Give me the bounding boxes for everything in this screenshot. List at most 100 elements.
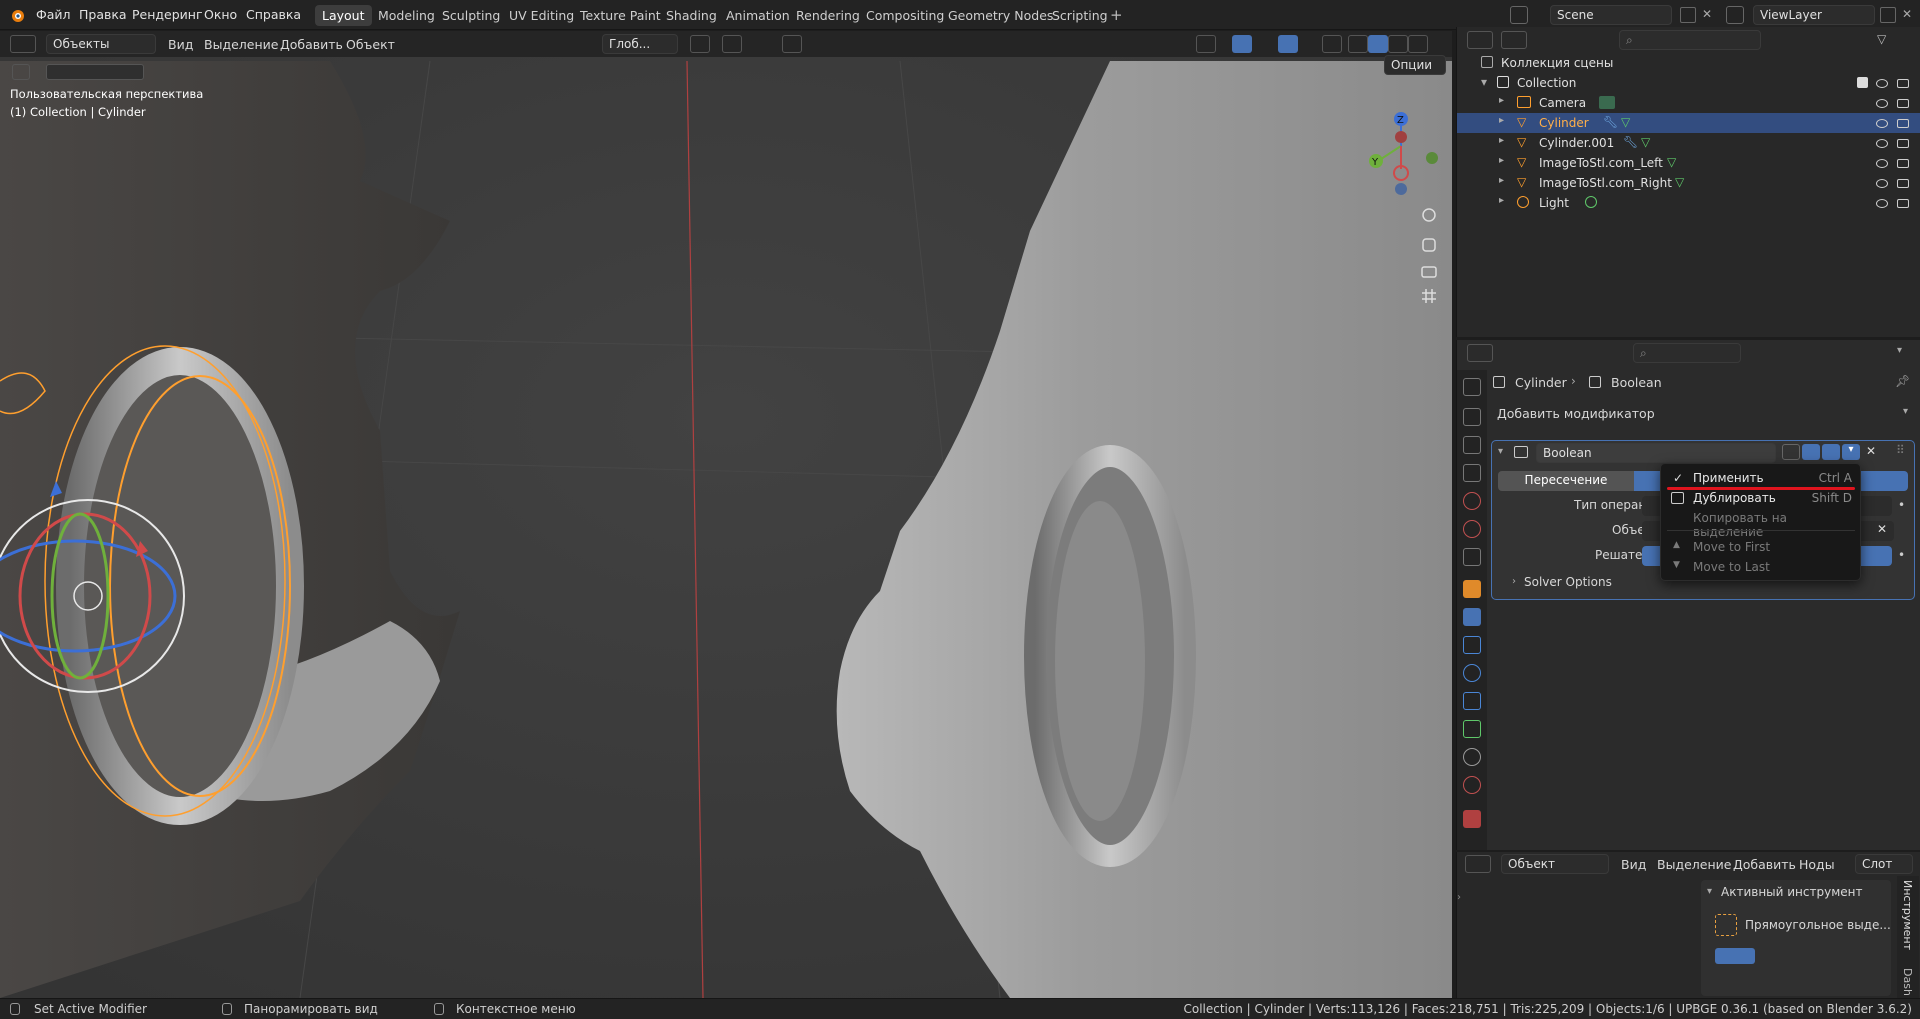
constraints-tab-icon[interactable] [1463, 692, 1481, 710]
tab-texture-paint[interactable]: Texture Paint [573, 5, 668, 26]
menu-add[interactable]: Добавить [280, 37, 343, 52]
modifier-wrench-icon[interactable]: 🔧︎ [1623, 135, 1638, 149]
render-camera-icon[interactable] [1897, 179, 1909, 188]
visibility-icon[interactable] [1196, 35, 1216, 53]
object-tab-icon[interactable] [1463, 580, 1481, 598]
options-button[interactable]: Опции [1384, 55, 1446, 75]
menu-select[interactable]: Выделение [1657, 857, 1731, 872]
expand-icon[interactable]: ▸ [1499, 95, 1504, 106]
clear-object-icon[interactable]: ✕ [1877, 522, 1887, 536]
modifier-dropdown-icon[interactable]: ▾ [1842, 444, 1860, 460]
outliner-item[interactable]: ▸ ▽ ImageToStl.com_Right ▽ [1457, 173, 1920, 193]
outliner-item[interactable]: ▸ Light [1457, 193, 1920, 213]
mode-select[interactable]: Объекты [46, 34, 156, 54]
editor-type-icon[interactable] [10, 35, 36, 53]
texture-tab-icon[interactable] [1463, 810, 1481, 828]
tab-sculpting[interactable]: Sculpting [435, 5, 507, 26]
snap-icon[interactable] [722, 35, 742, 53]
modifier-tab-icon[interactable] [1463, 608, 1481, 626]
material-shading-icon[interactable] [1388, 35, 1408, 53]
xray-icon[interactable] [1322, 35, 1342, 53]
collapse-icon[interactable]: ▾ [1498, 446, 1503, 457]
mesh-data-icon[interactable]: ▽ [1641, 135, 1650, 149]
tab-layout[interactable]: Layout [315, 5, 372, 26]
transform-orientation-select[interactable]: Глоб... [602, 34, 678, 54]
eye-icon[interactable] [1876, 199, 1888, 208]
sidebar-toggle-icon[interactable]: › [1457, 892, 1461, 903]
viewport-scene[interactable] [0, 31, 1452, 998]
outliner-collection[interactable]: ▾ Collection [1457, 73, 1920, 93]
collection-tab-icon[interactable] [1463, 548, 1481, 566]
drag-handle-icon[interactable]: ⠿ [1896, 443, 1905, 457]
expand-icon[interactable]: ▸ [1499, 195, 1504, 206]
tab-dash[interactable]: Dash [1901, 968, 1914, 996]
add-modifier-button[interactable]: Добавить модификатор [1497, 406, 1655, 421]
scene-tab-icon[interactable] [1463, 492, 1481, 510]
shader-tab-icon[interactable] [1463, 776, 1481, 794]
remove-viewlayer-icon[interactable]: ✕ [1902, 7, 1912, 21]
world-tab-icon[interactable] [1463, 520, 1481, 538]
tab-geometry-nodes[interactable]: Geometry Nodes [941, 5, 1060, 26]
menu-file[interactable]: Файл [36, 7, 71, 22]
keyframe-dot-icon[interactable]: • [1898, 548, 1905, 562]
outliner-root[interactable]: Коллекция сцены [1457, 53, 1920, 73]
scene-type-icon[interactable] [1510, 6, 1528, 24]
collection-checkbox[interactable] [1857, 77, 1868, 88]
collapse-icon[interactable]: ▾ [1707, 886, 1712, 897]
modifier-wrench-icon[interactable]: 🔧︎ [1603, 115, 1618, 129]
zoom-icon[interactable] [1422, 208, 1436, 222]
outliner-item[interactable]: ▸ ▽ Cylinder 🔧︎ ▽ [1457, 113, 1920, 133]
outliner-item[interactable]: ▸ Camera [1457, 93, 1920, 113]
menu-item-apply[interactable]: ✓ Применить Ctrl A [1661, 468, 1860, 488]
eye-icon[interactable] [1876, 179, 1888, 188]
slot-select[interactable]: Слот [1855, 854, 1913, 874]
render-camera-icon[interactable] [1897, 159, 1909, 168]
tab-tool[interactable]: Инструмент [1901, 880, 1914, 950]
rendered-shading-icon[interactable] [1408, 35, 1428, 53]
properties-type-icon[interactable] [1467, 344, 1493, 362]
operation-intersect-button[interactable]: Пересечение [1498, 471, 1634, 491]
menu-nodes[interactable]: Ноды [1799, 857, 1835, 872]
light-data-icon[interactable] [1585, 196, 1597, 208]
render-toggle-icon[interactable] [1822, 444, 1840, 460]
tab-modeling[interactable]: Modeling [371, 5, 442, 26]
camera-view-icon[interactable] [1421, 266, 1437, 278]
remove-modifier-icon[interactable]: ✕ [1866, 444, 1876, 458]
editor-type-icon[interactable] [1465, 855, 1491, 873]
menu-render[interactable]: Рендеринг [132, 7, 203, 22]
expand-icon[interactable]: ▸ [1499, 155, 1504, 166]
camera-data-icon[interactable] [1599, 96, 1615, 109]
scene-field[interactable]: Scene [1550, 5, 1672, 25]
mesh-data-icon[interactable]: ▽ [1675, 175, 1684, 189]
particles-tab-icon[interactable] [1463, 636, 1481, 654]
wireframe-shading-icon[interactable] [1348, 35, 1368, 53]
expand-icon[interactable]: ▸ [1499, 175, 1504, 186]
tab-rendering[interactable]: Rendering [789, 5, 867, 26]
viewlayer-field[interactable]: ViewLayer [1753, 5, 1875, 25]
chevron-down-icon[interactable]: ▾ [1903, 406, 1908, 417]
menu-object[interactable]: Объект [346, 37, 395, 52]
collapse-icon[interactable]: ▾ [1481, 75, 1487, 89]
outliner-search-input[interactable]: ⌕ [1619, 30, 1761, 50]
expand-icon[interactable]: › [1512, 576, 1516, 587]
menu-window[interactable]: Окно [204, 7, 237, 22]
select-mode-buttons[interactable] [1715, 948, 1755, 964]
outliner-type-icon[interactable] [1467, 31, 1493, 49]
tab-shading[interactable]: Shading [659, 5, 724, 26]
viewlayer-type-icon[interactable] [1726, 6, 1744, 24]
pan-icon[interactable] [1422, 238, 1436, 252]
render-camera-icon[interactable] [1897, 139, 1909, 148]
overlay-toggle-icon[interactable] [1278, 35, 1298, 53]
menu-help[interactable]: Справка [246, 7, 301, 22]
remove-scene-icon[interactable]: ✕ [1702, 7, 1712, 21]
render-camera-icon[interactable] [1897, 199, 1909, 208]
render-camera-icon[interactable] [1897, 119, 1909, 128]
menu-item-duplicate[interactable]: Дублировать Shift D [1661, 488, 1860, 508]
blender-logo-icon[interactable] [8, 6, 26, 24]
navigation-gizmo[interactable]: Z Y [1356, 91, 1446, 201]
physics-tab-icon[interactable] [1463, 664, 1481, 682]
chevron-down-icon[interactable]: ▾ [1897, 345, 1902, 356]
view-layer-tab-icon[interactable] [1463, 464, 1481, 482]
pin-icon[interactable]: 📌︎ [1895, 374, 1910, 388]
filter-icon[interactable]: ▽ [1877, 32, 1886, 46]
